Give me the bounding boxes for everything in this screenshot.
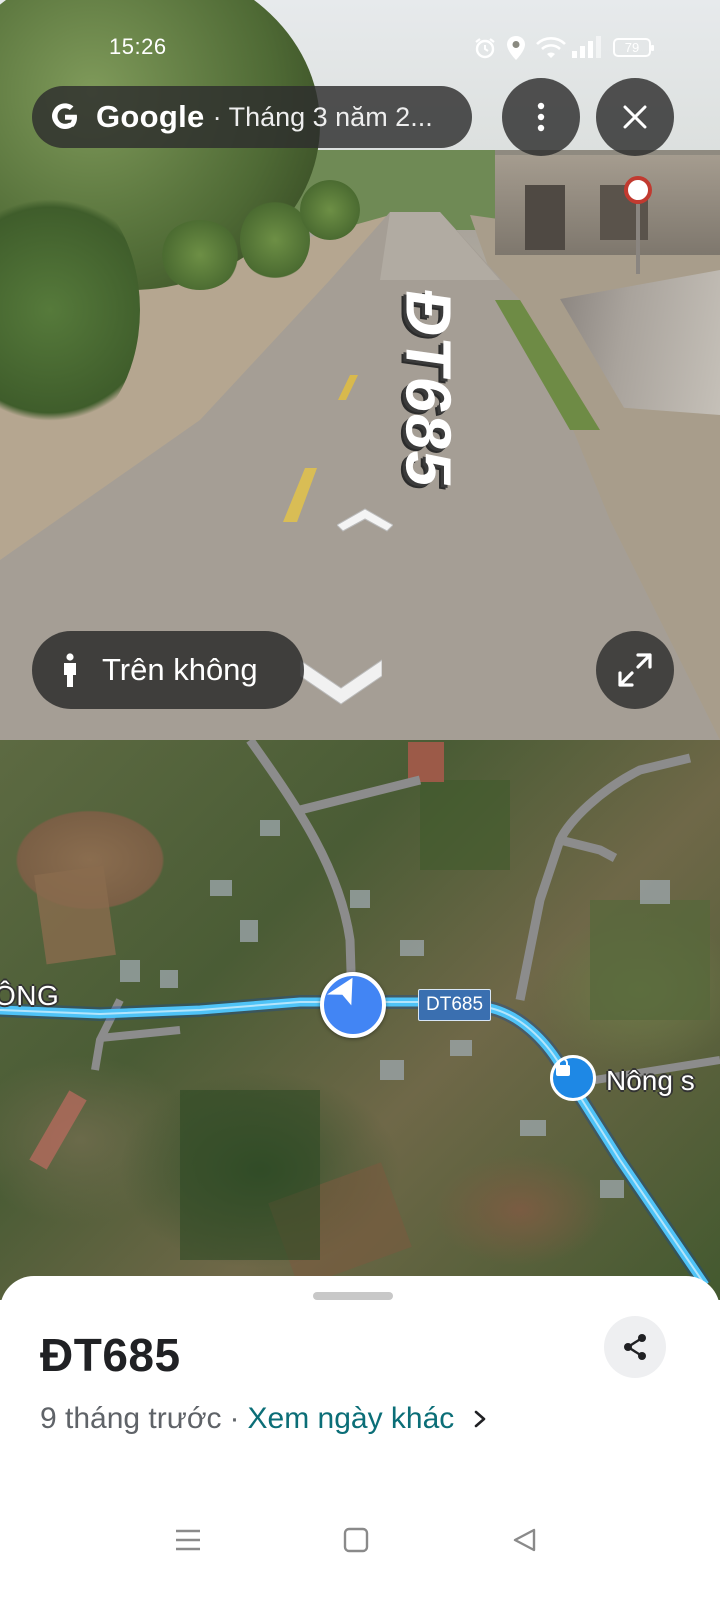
alarm-icon	[475, 38, 495, 59]
status-time: 15:26	[109, 34, 167, 59]
street-view-header[interactable]: Google · Tháng 3 năm 2...	[32, 86, 472, 148]
google-g-icon	[52, 103, 77, 129]
shopping-bag-icon	[556, 1058, 570, 1076]
see-other-dates-link[interactable]: Xem ngày khác	[248, 1402, 455, 1436]
home-button[interactable]	[336, 1520, 376, 1560]
street-view-road-label: ĐT685	[392, 285, 465, 493]
location-icon	[507, 36, 525, 60]
menu-icon	[176, 1529, 200, 1551]
status-bar: 15:26 79	[0, 0, 720, 92]
poi-marker[interactable]	[550, 1055, 596, 1101]
back-triangle-icon	[513, 1528, 536, 1552]
chevron-right-icon[interactable]	[472, 1409, 488, 1429]
share-icon	[624, 1334, 646, 1360]
back-button[interactable]	[504, 1520, 544, 1560]
signal-icon	[572, 36, 601, 58]
satellite-map[interactable]: ÔNG DT685 Nông s	[0, 740, 720, 1300]
bush	[300, 180, 360, 240]
map-place-label: ÔNG	[0, 980, 60, 1011]
house-door	[525, 185, 565, 250]
place-title: ĐT685	[40, 1329, 181, 1381]
capture-date: · Tháng 3 năm 2...	[212, 101, 433, 132]
bush	[160, 220, 240, 290]
chevron-down-icon[interactable]	[300, 650, 382, 706]
system-nav-bar	[0, 1490, 720, 1600]
expand-button[interactable]	[596, 631, 674, 709]
sheet-drag-handle[interactable]	[313, 1292, 393, 1300]
imagery-age: 9 tháng trước	[40, 1402, 222, 1435]
share-button[interactable]	[604, 1316, 666, 1378]
aerial-view-button[interactable]: Trên không	[32, 631, 304, 709]
expand-icon	[618, 653, 652, 687]
google-brand: Google	[96, 99, 205, 134]
poi-label[interactable]: Nông s	[606, 1065, 695, 1097]
close-icon	[623, 105, 647, 129]
aerial-view-label: Trên không	[102, 652, 258, 687]
sign-post	[636, 204, 640, 274]
close-button[interactable]	[596, 78, 674, 156]
current-location-marker[interactable]	[320, 972, 386, 1038]
map-road-shield: DT685	[418, 989, 492, 1021]
imagery-date-row: 9 tháng trước · Xem ngày khác	[40, 1402, 488, 1436]
traffic-sign	[624, 176, 652, 204]
street-view-pane[interactable]: ĐT685 15:26 79 Google · Tháng 3 năm 2...…	[0, 0, 720, 756]
more-options-button[interactable]	[502, 78, 580, 156]
separator: ·	[229, 1402, 240, 1435]
battery-icon: 79	[613, 38, 654, 57]
person-icon	[64, 653, 76, 687]
chevron-up-icon[interactable]	[337, 505, 393, 535]
more-vert-icon	[537, 102, 545, 132]
wifi-icon	[536, 37, 566, 58]
home-square-icon	[343, 1527, 369, 1553]
menu-button[interactable]	[168, 1520, 208, 1560]
navigation-arrow-icon	[327, 977, 353, 1006]
